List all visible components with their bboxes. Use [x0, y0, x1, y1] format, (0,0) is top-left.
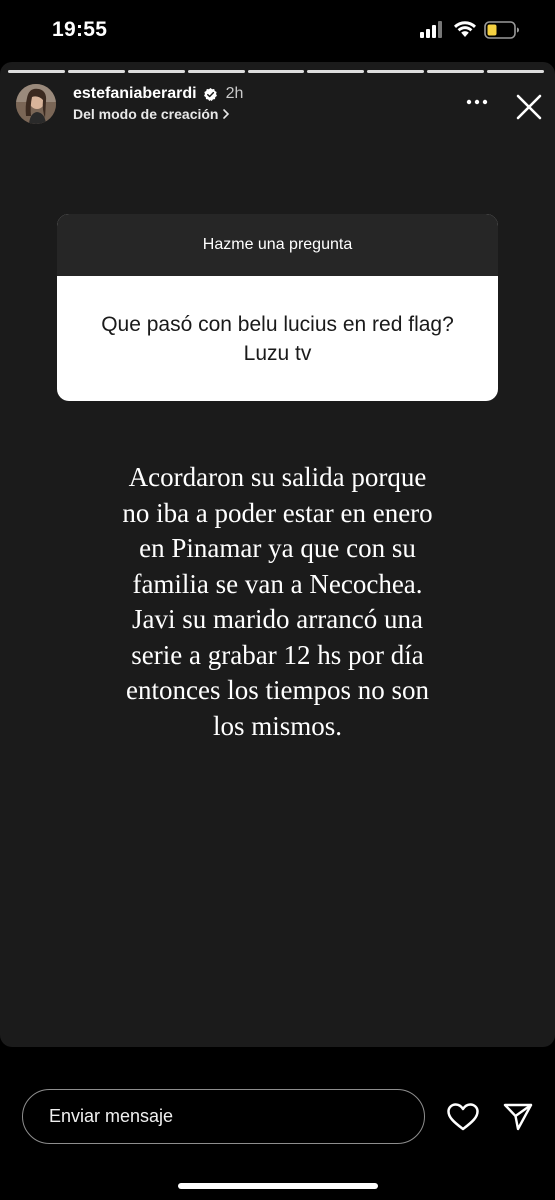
answer-line: familia se van a Necochea. [132, 568, 423, 599]
status-time: 19:55 [52, 18, 108, 41]
avatar[interactable] [16, 84, 56, 124]
progress-segment [187, 70, 245, 73]
progress-segment [247, 70, 305, 73]
progress-segment [367, 70, 425, 73]
progress-segment [8, 70, 65, 73]
battery-icon [484, 21, 519, 39]
username[interactable]: estefaniaberardi [73, 85, 197, 103]
question-sticker: Hazme una pregunta Que pasó con belu luc… [57, 214, 498, 401]
more-horizontal-icon [466, 99, 488, 105]
verified-badge-icon [203, 87, 217, 101]
question-text: Que pasó con belu lucius en red flag? Lu… [101, 312, 454, 365]
send-button[interactable] [502, 1101, 534, 1133]
progress-segment [127, 70, 185, 73]
story-author[interactable]: estefaniaberardi 2h [73, 85, 243, 103]
heart-icon [447, 1103, 479, 1131]
progress-segment [427, 70, 485, 73]
answer-line: los mismos. [212, 710, 343, 741]
answer-line: Javi su marido arrancó una [132, 604, 423, 634]
answer-line: Acordaron su salida porque [128, 462, 427, 492]
story-progress-bar [8, 70, 545, 73]
progress-segment [307, 70, 365, 73]
answer-line: entonces los tiempos no son [126, 675, 429, 705]
chevron-right-icon [223, 109, 230, 119]
wifi-icon [454, 21, 476, 37]
story-viewer[interactable]: estefaniaberardi 2h Del modo de creación… [0, 62, 555, 1047]
status-bar: 19:55 [0, 0, 555, 62]
question-prompt: Hazme una pregunta [57, 214, 498, 276]
progress-segment [487, 70, 545, 73]
home-indicator [178, 1183, 378, 1189]
answer-line: en Pinamar ya que con su [139, 533, 416, 563]
create-mode-link[interactable]: Del modo de creación [73, 106, 230, 122]
create-mode-label: Del modo de creación [73, 106, 219, 122]
answer-line: serie a grabar 12 hs por día [131, 639, 424, 670]
paper-plane-icon [503, 1103, 533, 1131]
close-button[interactable] [512, 90, 546, 124]
close-icon [516, 94, 542, 120]
like-button[interactable] [446, 1102, 480, 1132]
answer-line: no iba a poder estar en enero [122, 497, 433, 528]
cellular-signal-icon [420, 21, 442, 38]
answer-text: Acordaron su salida porque no iba a poder… [40, 460, 515, 744]
story-timestamp: 2h [225, 85, 244, 102]
more-options-button[interactable] [462, 92, 492, 112]
avatar-image [16, 84, 56, 124]
send-message-input[interactable] [22, 1089, 425, 1144]
progress-segment [67, 70, 125, 73]
